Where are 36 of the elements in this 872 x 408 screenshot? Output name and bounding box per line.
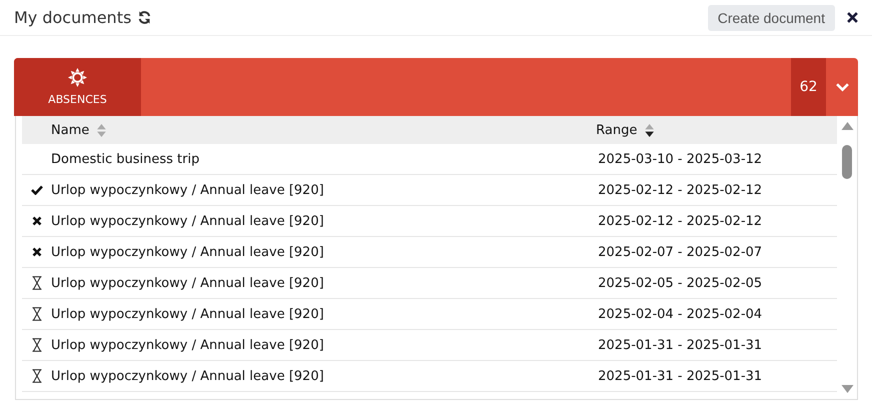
chevron-icon (836, 82, 848, 92)
date-range: 2025-01-31 - 2025-01-31 (598, 338, 764, 352)
column-header[interactable]: Range (596, 122, 837, 138)
hourglass-icon (32, 369, 42, 383)
document-name: Urlop wypoczynkowy / Annual leave [920] (51, 368, 325, 384)
page-title: My documents (14, 8, 132, 27)
date-range: 2025-03-10 - 2025-03-12 (598, 152, 764, 166)
document-name: Urlop wypoczynkowy / Annual leave [920] (51, 244, 325, 260)
column-header[interactable]: Name (51, 122, 598, 138)
hourglass-icon (32, 338, 42, 352)
scrollbar-thumb[interactable] (842, 145, 852, 179)
create-document-button[interactable]: Create document (708, 4, 835, 30)
document-name: Urlop wypoczynkowy / Annual leave [920] (51, 276, 325, 290)
cross-icon (32, 247, 42, 257)
document-name: Domestic business trip (51, 152, 200, 166)
sun-icon (68, 68, 87, 87)
hourglass-icon (32, 276, 42, 290)
close-icon[interactable] (847, 12, 858, 23)
hourglass-icon (32, 307, 42, 321)
checkmark-icon (30, 185, 42, 195)
absences-tab[interactable]: ABSENCES (14, 58, 141, 116)
scroll-down-icon[interactable] (840, 385, 854, 393)
date-range: 2025-02-05 - 2025-02-05 (598, 276, 764, 290)
document-name: Urlop wypoczynkowy / Annual leave [920] (51, 338, 325, 352)
document-name: Urlop wypoczynkowy / Annual leave [920] (51, 306, 325, 322)
refresh-icon[interactable] (137, 10, 152, 25)
document-count: 62 (791, 58, 826, 116)
date-range: 2025-02-12 - 2025-02-12 (598, 214, 764, 228)
document-name: Urlop wypoczynkowy / Annual leave [920] (51, 182, 325, 198)
date-range: 2025-02-07 - 2025-02-07 (598, 244, 764, 260)
cross-icon (32, 216, 42, 226)
date-range: 2025-02-04 - 2025-02-04 (598, 306, 764, 322)
date-range: 2025-02-12 - 2025-02-12 (598, 182, 764, 198)
scroll-up-icon[interactable] (840, 122, 854, 130)
document-name: Urlop wypoczynkowy / Annual leave [920] (51, 214, 325, 228)
date-range: 2025-01-31 - 2025-01-31 (598, 368, 764, 384)
